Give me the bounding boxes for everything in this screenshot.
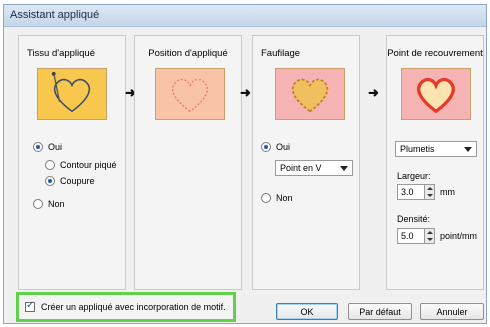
density-label: Densité: xyxy=(397,214,431,224)
select-value: Plumetis xyxy=(400,144,435,154)
arrow-right-icon: ➜ xyxy=(240,85,251,100)
radio-dot xyxy=(33,142,43,152)
heart-satin-icon xyxy=(401,68,471,120)
select-value: Point en V xyxy=(280,163,322,173)
radio-basting-yes[interactable]: Oui xyxy=(261,142,290,152)
heart-outline-icon xyxy=(155,68,225,120)
spin-arrows-icon[interactable] xyxy=(425,228,435,244)
radio-dot xyxy=(261,193,271,203)
checkbox-icon[interactable] xyxy=(25,300,35,312)
radio-fabric-no[interactable]: Non xyxy=(33,199,65,209)
radio-label: Oui xyxy=(276,142,291,152)
radio-fabric-yes[interactable]: Oui xyxy=(33,142,62,152)
radio-label: Non xyxy=(276,193,293,203)
radio-basting-no[interactable]: Non xyxy=(261,193,293,203)
width-label: Largeur: xyxy=(397,171,431,181)
chevron-down-icon xyxy=(464,147,472,152)
radio-cut[interactable]: Coupure xyxy=(45,176,95,186)
applique-wizard-window: Assistant appliqué Tissu d'appliqué Oui … xyxy=(3,4,487,324)
panel-basting: Faufilage Oui Point en V Non xyxy=(252,35,360,290)
heart-needle-icon xyxy=(37,68,107,120)
arrow-right-icon: ➜ xyxy=(368,85,379,100)
heart-running-stitch-icon xyxy=(275,68,345,120)
default-button[interactable]: Par défaut xyxy=(348,303,412,320)
panel-applique-position: Position d'appliqué xyxy=(134,35,242,290)
radio-dot xyxy=(33,199,43,209)
density-stepper[interactable]: 5.0 point/mm xyxy=(397,228,477,244)
panel-title: Position d'appliqué xyxy=(148,48,228,59)
radio-dot xyxy=(45,160,55,170)
panel-cover-stitch: Point de recouvrement Plumetis Largeur: … xyxy=(386,35,484,290)
chevron-down-icon xyxy=(340,166,348,171)
width-unit: mm xyxy=(440,187,455,197)
cancel-button[interactable]: Annuler xyxy=(420,303,484,320)
cover-stitch-select[interactable]: Plumetis xyxy=(395,141,477,157)
radio-dot xyxy=(261,142,271,152)
radio-label: Contour piqué xyxy=(60,160,117,170)
basting-stitch-select[interactable]: Point en V xyxy=(275,160,353,176)
density-value[interactable]: 5.0 xyxy=(397,228,425,244)
radio-outline-stitch[interactable]: Contour piqué xyxy=(45,160,117,170)
checkbox-label: Créer un appliqué avec incorporation de … xyxy=(41,302,226,312)
panel-title: Point de recouvrement xyxy=(387,48,483,59)
window-title: Assistant appliqué xyxy=(4,5,486,27)
radio-label: Non xyxy=(48,199,65,209)
panel-title: Tissu d'appliqué xyxy=(27,48,96,59)
radio-dot xyxy=(45,176,55,186)
panel-title: Faufilage xyxy=(261,48,301,59)
radio-label: Oui xyxy=(48,142,63,152)
spin-arrows-icon[interactable] xyxy=(425,184,435,200)
width-value[interactable]: 3.0 xyxy=(397,184,425,200)
radio-label: Coupure xyxy=(60,176,95,186)
create-applique-checkbox[interactable]: Créer un appliqué avec incorporation de … xyxy=(16,292,236,322)
ok-button[interactable]: OK xyxy=(276,303,338,320)
panel-applique-fabric: Tissu d'appliqué Oui Contour piqué Coupu… xyxy=(18,35,126,290)
width-stepper[interactable]: 3.0 mm xyxy=(397,184,455,200)
density-unit: point/mm xyxy=(440,231,478,241)
